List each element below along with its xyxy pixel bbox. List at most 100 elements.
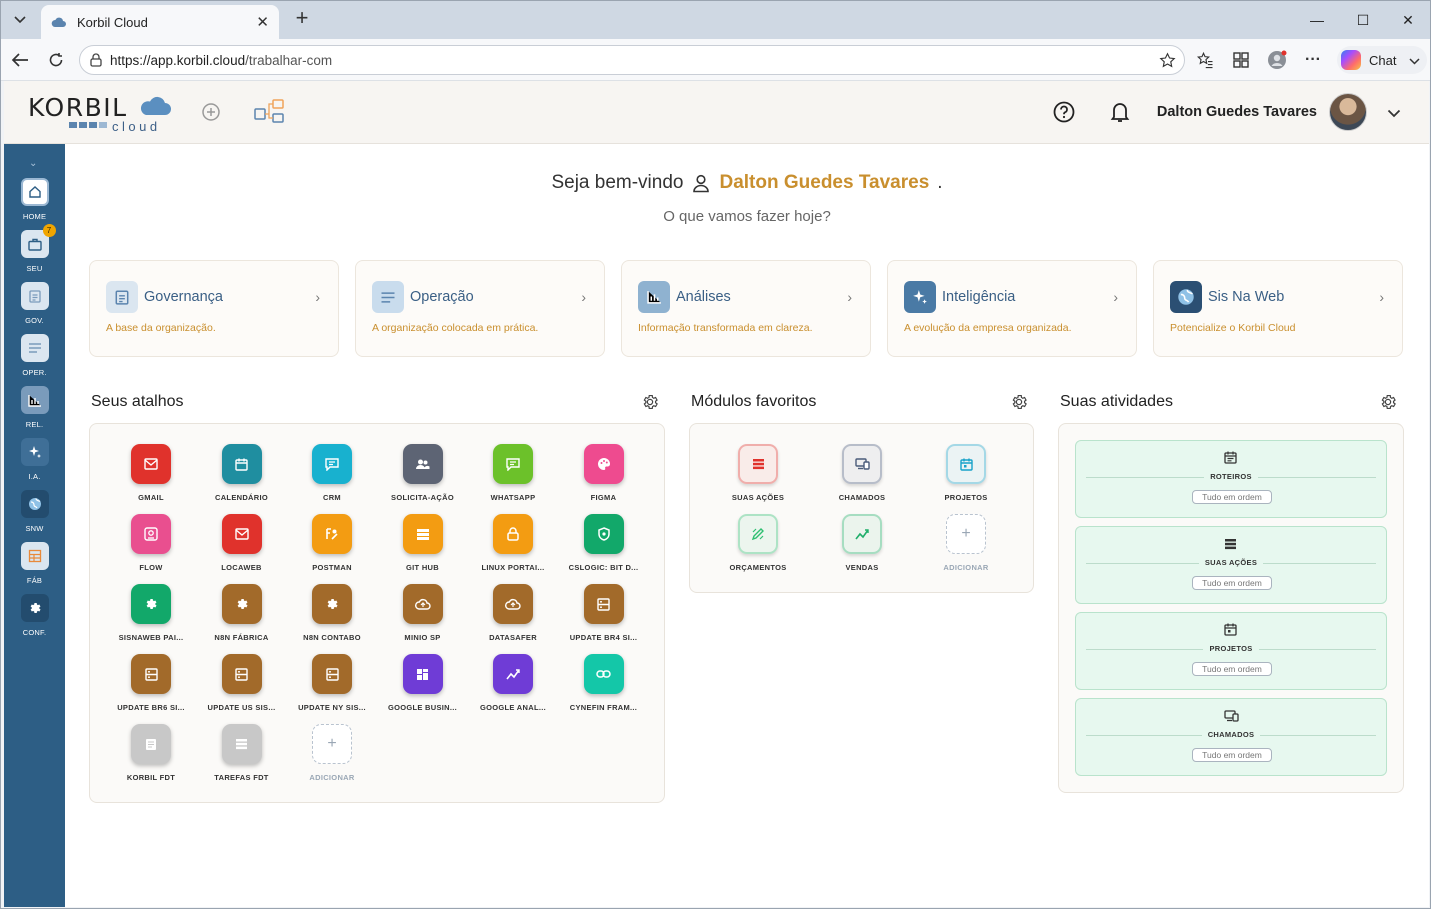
sidebar-collapse-icon[interactable]: ⌄ bbox=[29, 158, 37, 169]
favorite-module-2[interactable]: PROJETOS bbox=[921, 444, 1011, 502]
maximize-icon[interactable]: ☐ bbox=[1340, 1, 1386, 39]
sidebar-item-snw[interactable]: SNW bbox=[4, 490, 65, 533]
favorites-settings-gear-icon[interactable] bbox=[1010, 393, 1028, 416]
shortcut-19[interactable]: UPDATE US SIS... bbox=[197, 654, 287, 712]
favorite-module-0[interactable]: SUAS AÇÕES bbox=[713, 444, 803, 502]
chevron-right-icon: › bbox=[581, 289, 586, 305]
card-title: Operação bbox=[410, 289, 474, 305]
home-icon bbox=[20, 178, 49, 206]
activities-settings-gear-icon[interactable] bbox=[1379, 393, 1397, 416]
sidebar-item-seu[interactable]: 7 SEU bbox=[4, 224, 65, 273]
tab-close-icon[interactable]: ✕ bbox=[256, 13, 269, 31]
shortcut-24[interactable]: KORBIL FDT bbox=[106, 724, 196, 782]
activity-status-pill: Tudo em ordem bbox=[1192, 748, 1272, 762]
shortcut-14[interactable]: N8N CONTABO bbox=[287, 584, 377, 642]
shortcut-25[interactable]: TAREFAS FDT bbox=[197, 724, 287, 782]
new-tab-icon[interactable]: + bbox=[291, 7, 313, 30]
add-favorite-button[interactable]: + ADICIONAR bbox=[921, 514, 1011, 572]
activity-status-pill: Tudo em ordem bbox=[1192, 576, 1272, 590]
shortcut-7[interactable]: LOCAWEB bbox=[197, 514, 287, 572]
shortcut-1[interactable]: CALENDÁRIO bbox=[197, 444, 287, 502]
shortcut-6[interactable]: FLOW bbox=[106, 514, 196, 572]
activity-card-roteiros[interactable]: ROTEIROS Tudo em ordem bbox=[1075, 440, 1387, 518]
user-menu-chevron-icon[interactable] bbox=[1387, 105, 1401, 123]
card-description: Potencialize o Korbil Cloud bbox=[1170, 322, 1296, 334]
shortcut-17[interactable]: UPDATE BR4 SI... bbox=[559, 584, 649, 642]
sidebar-item-oper[interactable]: OPER. bbox=[4, 334, 65, 377]
app-header: KORBIL cloud Dalton Guedes Tavares bbox=[4, 81, 1429, 144]
shortcut-18[interactable]: UPDATE BR6 SI... bbox=[106, 654, 196, 712]
shortcut-5[interactable]: FIGMA bbox=[559, 444, 649, 502]
shortcut-2[interactable]: CRM bbox=[287, 444, 377, 502]
shortcut-label: POSTMAN bbox=[312, 563, 352, 572]
help-icon[interactable] bbox=[1053, 101, 1075, 123]
address-bar-row: https://app.korbil.cloud/trabalhar-com ·… bbox=[1, 39, 1430, 81]
shortcut-16[interactable]: DATASAFER bbox=[468, 584, 558, 642]
sidebar-item-label: REL. bbox=[25, 420, 44, 429]
favorite-star-icon[interactable] bbox=[1159, 51, 1176, 69]
sidebar-item-home[interactable]: HOME bbox=[4, 178, 65, 221]
module-card-4[interactable]: Sis Na Web › Potencialize o Korbil Cloud bbox=[1153, 260, 1403, 357]
cog-icon bbox=[221, 584, 262, 624]
shortcut-label: MINIO SP bbox=[404, 633, 441, 642]
tab-list-chevron-icon[interactable] bbox=[7, 7, 33, 33]
sidebar-item-conf[interactable]: CONF. bbox=[4, 594, 65, 637]
list-icon bbox=[20, 334, 49, 362]
bar-chart-icon bbox=[638, 281, 670, 313]
sidebar-item-ia[interactable]: I.A. bbox=[4, 438, 65, 481]
more-menu-icon[interactable]: ··· bbox=[1300, 47, 1326, 73]
reload-icon[interactable] bbox=[43, 47, 69, 73]
shortcut-4[interactable]: WHATSAPP bbox=[468, 444, 558, 502]
shortcut-8[interactable]: POSTMAN bbox=[287, 514, 377, 572]
module-card-2[interactable]: Análises › Informação transformada em clar… bbox=[621, 260, 871, 357]
shortcut-11[interactable]: CSLOGIC: BIT D... bbox=[559, 514, 649, 572]
sidebar-item-label: SNW bbox=[25, 524, 44, 533]
postman-icon bbox=[312, 514, 352, 554]
shortcut-9[interactable]: GIT HUB bbox=[378, 514, 468, 572]
user-avatar[interactable] bbox=[1329, 93, 1367, 131]
shortcuts-settings-gear-icon[interactable] bbox=[641, 393, 659, 416]
user-name[interactable]: Dalton Guedes Tavares bbox=[1157, 104, 1317, 120]
module-card-0[interactable]: Governança › A base da organização. bbox=[89, 260, 339, 357]
favorite-module-3[interactable]: ORÇAMENTOS bbox=[713, 514, 803, 572]
add-shortcut-button[interactable]: + ADICIONAR bbox=[287, 724, 377, 782]
logo-bars bbox=[69, 122, 107, 128]
shortcut-10[interactable]: LINUX PORTAI... bbox=[468, 514, 558, 572]
activity-card-chamados[interactable]: CHAMADOS Tudo em ordem bbox=[1075, 698, 1387, 776]
shortcut-21[interactable]: GOOGLE BUSIN... bbox=[378, 654, 468, 712]
browser-tab[interactable]: Korbil Cloud ✕ bbox=[41, 5, 279, 39]
url-field[interactable]: https://app.korbil.cloud/trabalhar-com bbox=[79, 45, 1185, 75]
activity-card-projetos[interactable]: PROJETOS Tudo em ordem bbox=[1075, 612, 1387, 690]
sidebar-item-gov[interactable]: GOV. bbox=[4, 282, 65, 325]
korbil-logo[interactable]: KORBIL cloud bbox=[28, 93, 178, 134]
chat-icon bbox=[312, 444, 352, 484]
activity-card-suas-ações[interactable]: SUAS AÇÕES Tudo em ordem bbox=[1075, 526, 1387, 604]
korbil-favicon-icon bbox=[51, 14, 67, 30]
sidebar-item-fáb[interactable]: FÁB bbox=[4, 542, 65, 585]
bell-icon[interactable] bbox=[1110, 101, 1130, 123]
shortcut-0[interactable]: GMAIL bbox=[106, 444, 196, 502]
favorite-module-1[interactable]: CHAMADOS bbox=[817, 444, 907, 502]
shortcut-12[interactable]: SISNAWEB PAI... bbox=[106, 584, 196, 642]
module-card-3[interactable]: Inteligência › A evolução da empresa organ… bbox=[887, 260, 1137, 357]
shortcut-13[interactable]: N8N FÁBRICA bbox=[197, 584, 287, 642]
sidebar-item-rel[interactable]: REL. bbox=[4, 386, 65, 429]
collections-icon[interactable] bbox=[1228, 47, 1254, 73]
module-card-1[interactable]: Operação › A organização colocada em práti… bbox=[355, 260, 605, 357]
workflow-icon[interactable] bbox=[253, 97, 287, 125]
shortcut-15[interactable]: MINIO SP bbox=[378, 584, 468, 642]
shortcut-3[interactable]: SOLICITA-AÇÃO bbox=[378, 444, 468, 502]
list-icon bbox=[221, 724, 262, 764]
back-arrow-icon[interactable] bbox=[7, 47, 33, 73]
shortcut-20[interactable]: UPDATE NY SIS... bbox=[287, 654, 377, 712]
shortcut-22[interactable]: GOOGLE ANAL... bbox=[468, 654, 558, 712]
favorite-module-4[interactable]: VENDAS bbox=[817, 514, 907, 572]
sidebar-chevron-icon[interactable] bbox=[1404, 48, 1424, 74]
minimize-icon[interactable]: — bbox=[1294, 1, 1340, 39]
close-window-icon[interactable]: ✕ bbox=[1385, 1, 1431, 39]
shortcut-23[interactable]: CYNEFIN FRAM... bbox=[559, 654, 649, 712]
add-circle-icon[interactable] bbox=[201, 102, 221, 122]
shortcuts-title: Seus atalhos bbox=[91, 393, 184, 410]
profile-icon[interactable] bbox=[1264, 47, 1290, 73]
favorites-list-icon[interactable] bbox=[1192, 47, 1218, 73]
